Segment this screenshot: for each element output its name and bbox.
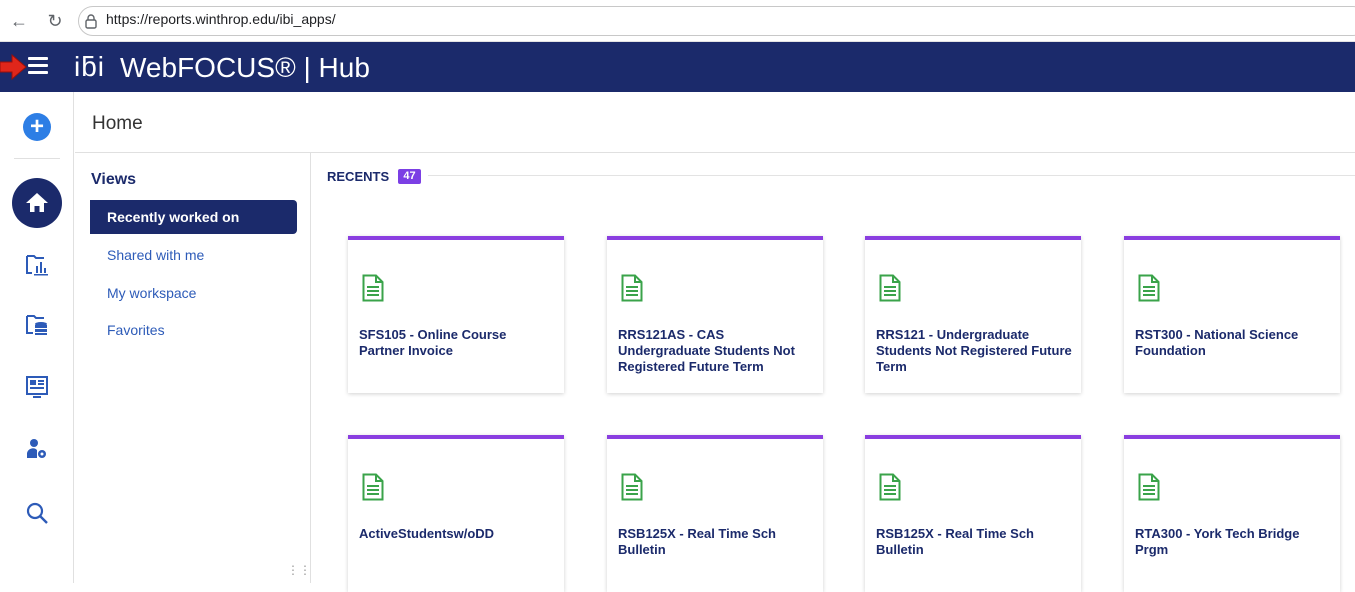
document-icon bbox=[879, 274, 901, 302]
admin-icon[interactable] bbox=[24, 436, 50, 462]
recents-divider bbox=[428, 175, 1355, 176]
hamburger-menu-icon[interactable] bbox=[28, 57, 48, 77]
recent-item-label: RSB125X - Real Time Sch Bulletin bbox=[618, 526, 776, 557]
reload-icon[interactable]: ↻ bbox=[44, 10, 66, 32]
rail-divider bbox=[14, 158, 60, 159]
document-icon bbox=[1138, 473, 1160, 501]
ibi-logo: iƃi bbox=[74, 51, 106, 82]
view-item-recently-worked-on[interactable]: Recently worked on bbox=[90, 200, 297, 234]
document-icon bbox=[879, 473, 901, 501]
page-header: Home bbox=[75, 92, 1355, 153]
browser-toolbar: ← ↻ https://reports.winthrop.edu/ibi_app… bbox=[0, 0, 1355, 42]
add-icon[interactable]: + bbox=[23, 113, 51, 141]
page-title: Home bbox=[92, 113, 143, 134]
document-icon bbox=[621, 473, 643, 501]
red-arrow-icon bbox=[0, 54, 27, 80]
view-item-my-workspace[interactable]: My workspace bbox=[90, 283, 297, 317]
recent-item-card[interactable]: RST300 - National Science Foundation bbox=[1124, 236, 1340, 393]
recent-item-card[interactable]: RSB125X - Real Time Sch Bulletin bbox=[607, 435, 823, 592]
left-rail: + bbox=[0, 92, 74, 583]
views-heading: Views bbox=[91, 171, 137, 188]
document-icon bbox=[362, 274, 384, 302]
search-icon[interactable] bbox=[24, 500, 50, 526]
home-button[interactable] bbox=[12, 178, 62, 228]
lock-icon bbox=[85, 14, 97, 29]
recent-item-label: RSB125X - Real Time Sch Bulletin bbox=[876, 526, 1034, 557]
recent-item-card[interactable]: RTA300 - York Tech Bridge Prgm bbox=[1124, 435, 1340, 592]
app-header: iƃi WebFOCUS® | Hub bbox=[0, 42, 1355, 92]
recent-item-card[interactable]: ActiveStudentsw/oDD bbox=[348, 435, 564, 592]
recent-item-card[interactable]: RRS121AS - CAS Undergraduate Students No… bbox=[607, 236, 823, 393]
url-text[interactable]: https://reports.winthrop.edu/ibi_apps/ bbox=[106, 11, 336, 27]
recent-item-card[interactable]: RSB125X - Real Time Sch Bulletin bbox=[865, 435, 1081, 592]
recent-item-card[interactable]: SFS105 - Online Course Partner Invoice bbox=[348, 236, 564, 393]
recents-count-badge: 47 bbox=[398, 169, 421, 184]
recent-item-label: RTA300 - York Tech Bridge Prgm bbox=[1135, 526, 1300, 557]
recents-heading: RECENTS bbox=[327, 169, 390, 184]
views-panel: Views Recently worked on Shared with me … bbox=[75, 153, 311, 583]
view-item-shared-with-me[interactable]: Shared with me bbox=[90, 245, 297, 279]
app-title: WebFOCUS® | Hub bbox=[120, 52, 370, 83]
back-arrow-icon[interactable]: ← bbox=[8, 10, 30, 32]
portal-icon[interactable] bbox=[24, 374, 50, 400]
document-icon bbox=[362, 473, 384, 501]
recent-item-label: RRS121AS - CAS Undergraduate Students No… bbox=[618, 327, 795, 374]
reports-icon[interactable] bbox=[24, 252, 50, 278]
recent-item-card[interactable]: RRS121 - Undergraduate Students Not Regi… bbox=[865, 236, 1081, 393]
document-icon bbox=[1138, 274, 1160, 302]
workspace-icon[interactable] bbox=[24, 312, 50, 338]
home-icon bbox=[26, 193, 48, 212]
recent-item-label: RRS121 - Undergraduate Students Not Regi… bbox=[876, 327, 1072, 374]
recent-item-label: SFS105 - Online Course Partner Invoice bbox=[359, 327, 507, 358]
view-item-favorites[interactable]: Favorites bbox=[90, 320, 297, 354]
recent-item-label: RST300 - National Science Foundation bbox=[1135, 327, 1299, 358]
recent-item-label: ActiveStudentsw/oDD bbox=[359, 526, 495, 541]
document-icon bbox=[621, 274, 643, 302]
resize-grip-icon[interactable]: ⋮⋮ bbox=[287, 563, 311, 577]
